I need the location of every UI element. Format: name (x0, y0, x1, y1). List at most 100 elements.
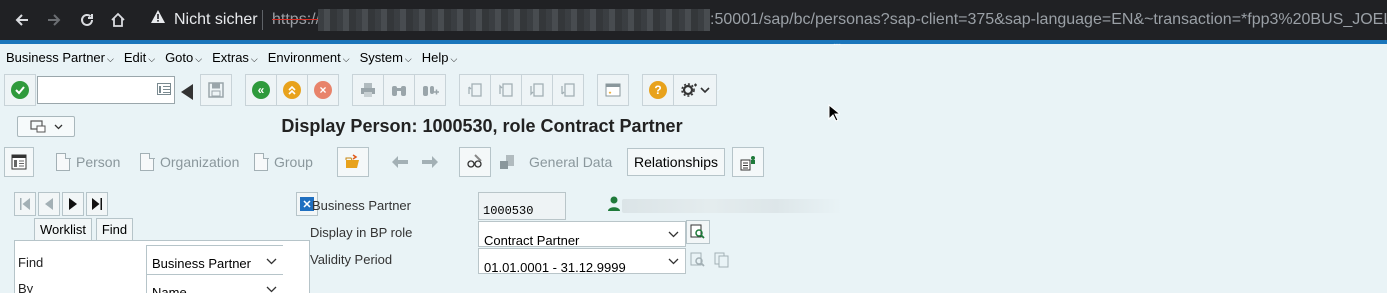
binoculars-icon (392, 86, 406, 96)
bp-label: Business Partner (312, 198, 411, 213)
page-title: Display Person: 1000530, role Contract P… (281, 116, 683, 136)
new-window-icon (605, 83, 621, 97)
navigation-toggle-button[interactable] (4, 147, 34, 177)
create-group-button[interactable]: Group (248, 147, 319, 177)
sidebar-layout-icon (11, 154, 27, 170)
bp-hierarchy-button[interactable] (732, 147, 764, 177)
previous-entry-button[interactable] (38, 192, 60, 216)
new-session-button[interactable] (597, 74, 629, 106)
copy-validity-button[interactable] (710, 248, 734, 272)
help-button[interactable]: ? (642, 74, 674, 106)
first-record-button[interactable] (14, 192, 36, 216)
next-entry-button[interactable] (62, 192, 84, 216)
create-organization-button[interactable]: Organization (134, 147, 245, 177)
relationships-button[interactable]: Relationships (627, 148, 726, 176)
document-icon (254, 152, 269, 171)
cancel-button[interactable]: × (307, 74, 339, 106)
play-left-icon (45, 198, 53, 210)
exit-button[interactable] (276, 74, 308, 106)
document-search-icon (690, 252, 705, 267)
double-chevron-up-icon (283, 81, 301, 99)
menu-help[interactable]: Help ⌵ (422, 50, 458, 65)
by-select[interactable]: Name (146, 275, 283, 293)
find-next-button[interactable] (414, 74, 446, 106)
find-select[interactable]: Business Partner (146, 245, 283, 275)
last-record-button[interactable] (86, 192, 108, 216)
validity-select[interactable]: 01.01.0001 - 31.12.9999 (478, 248, 686, 275)
save-button[interactable] (200, 74, 232, 106)
checkmark-icon (11, 81, 29, 99)
back-arrow-icon[interactable] (10, 8, 34, 32)
by-label: By (18, 281, 34, 293)
find-button[interactable] (383, 74, 415, 106)
tab-worklist[interactable]: Worklist (34, 218, 92, 240)
command-history-icon[interactable] (157, 83, 171, 95)
tab-find[interactable]: Find (96, 218, 133, 240)
chevron-down-icon (668, 231, 679, 238)
bp-role-value: Contract Partner (484, 233, 580, 248)
general-data-button[interactable]: General Data (523, 147, 618, 177)
display-change-button[interactable] (459, 147, 491, 177)
browser-toolbar: Nicht sicher https:// :50001/sap/bc/pers… (0, 0, 1387, 40)
glasses-pencil-icon (467, 154, 482, 168)
menu-edit[interactable]: Edit ⌵ (124, 50, 155, 65)
print-button[interactable] (352, 74, 384, 106)
settings-menu-button[interactable] (673, 74, 717, 106)
validity-value: 01.01.0001 - 31.12.9999 (484, 260, 626, 275)
menu-goto[interactable]: Goto ⌵ (165, 50, 202, 65)
validity-label: Validity Period (310, 252, 393, 267)
first-page-button[interactable] (459, 74, 491, 106)
cancel-x-icon: × (314, 81, 332, 99)
next-page-icon (530, 83, 544, 97)
url-text[interactable]: :50001/sap/bc/personas?sap-client=375&sa… (710, 5, 1387, 35)
last-page-button[interactable] (552, 74, 584, 106)
menu-extras[interactable]: Extras ⌵ (212, 50, 258, 65)
bp-name-redacted (622, 199, 842, 213)
validity-details-button[interactable] (686, 248, 710, 272)
binoculars-plus-icon (423, 86, 439, 96)
next-record-button[interactable] (416, 147, 444, 177)
forward-arrow-icon[interactable] (42, 8, 66, 32)
find-label: Find (18, 255, 44, 270)
command-field[interactable] (37, 76, 175, 104)
role-label: Display in BP role (310, 225, 413, 240)
play-right-icon (69, 198, 77, 210)
floppy-icon (208, 82, 224, 98)
collapse-command-field-icon[interactable] (181, 84, 193, 100)
chevron-down-icon (266, 258, 277, 265)
enter-button[interactable] (4, 74, 36, 106)
arrow-right-icon (422, 156, 438, 168)
previous-record-button[interactable] (386, 147, 414, 177)
next-page-button[interactable] (521, 74, 553, 106)
command-input[interactable] (38, 77, 148, 103)
menu-business-partner[interactable]: Business Partner ⌵ (6, 50, 114, 65)
gear-icon (681, 83, 710, 97)
role-details-button[interactable] (686, 220, 710, 244)
back-button[interactable]: « (245, 74, 277, 106)
bp-number-field: 1000530 (478, 192, 566, 220)
create-person-button[interactable]: Person (50, 147, 126, 177)
document-icon (56, 152, 71, 171)
menu-system[interactable]: System ⌵ (360, 50, 412, 65)
application-toolbar: Person Organization Group General Data R… (0, 147, 1387, 177)
printer-icon (361, 83, 375, 97)
security-label[interactable]: Nicht sicher (174, 5, 258, 35)
warning-icon[interactable] (150, 9, 166, 29)
skip-first-icon (20, 198, 30, 210)
open-bp-button[interactable] (337, 147, 369, 177)
chevron-down-icon (266, 286, 277, 293)
where-used-button[interactable] (492, 147, 522, 177)
previous-page-button[interactable] (490, 74, 522, 106)
bp-role-select[interactable]: Contract Partner (478, 221, 686, 248)
previous-page-icon (499, 83, 513, 97)
menu-environment[interactable]: Environment ⌵ (268, 50, 350, 65)
home-icon[interactable] (106, 8, 130, 32)
double-chevron-left-icon: « (252, 81, 270, 99)
reload-icon[interactable] (75, 8, 99, 32)
find-select-value: Business Partner (152, 256, 251, 271)
url-scheme[interactable]: https:// (272, 5, 320, 35)
help-question-icon: ? (649, 81, 667, 99)
folder-open-icon (345, 154, 359, 168)
standard-toolbar: « × ? (0, 74, 1387, 106)
worklist-panel: Find Business Partner By Name (14, 240, 310, 293)
